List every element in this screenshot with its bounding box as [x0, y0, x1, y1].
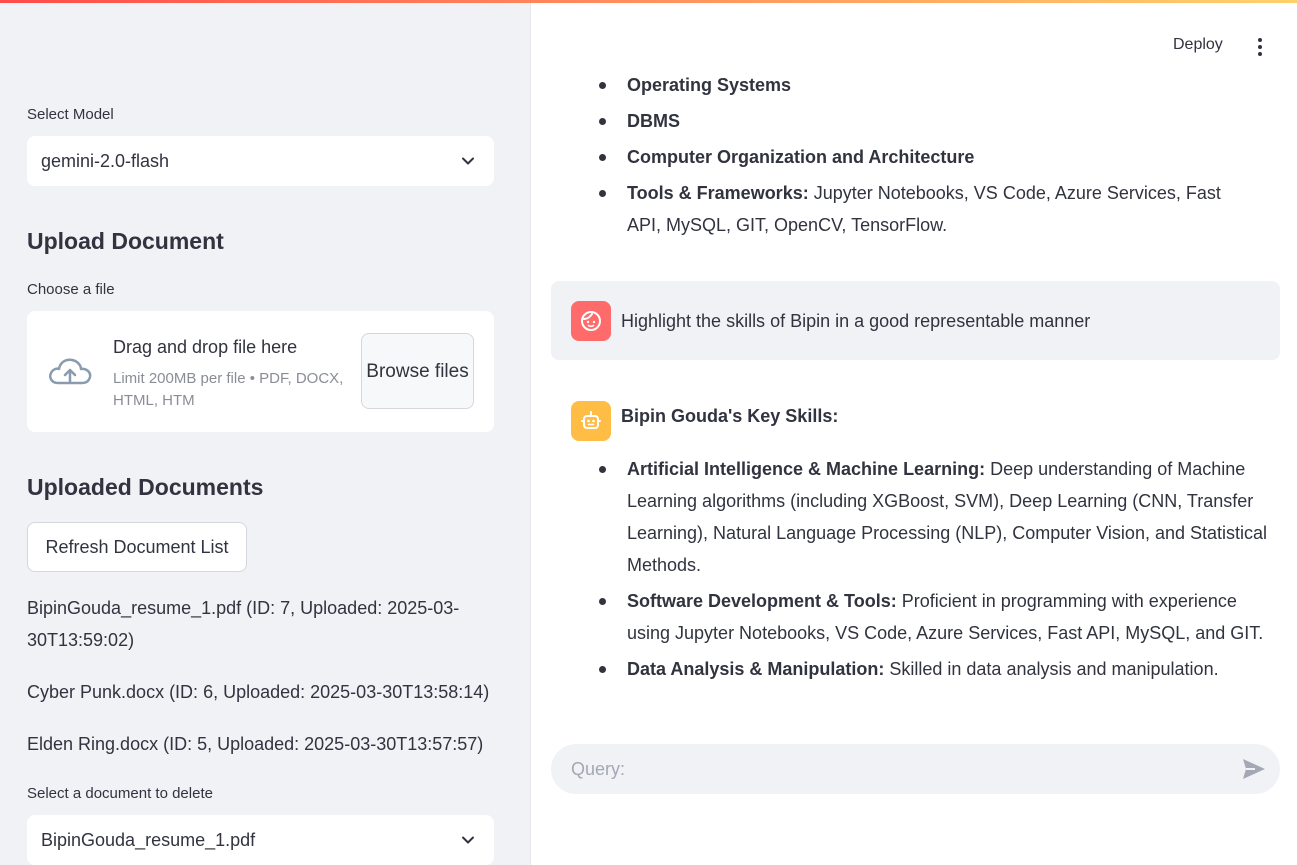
main-chat-area: Deploy Operating Systems DBMS Computer O… [531, 0, 1297, 865]
list-item: Computer Organization and Architecture [599, 141, 1237, 173]
delete-select-value: BipinGouda_resume_1.pdf [41, 829, 256, 850]
query-input[interactable] [571, 756, 1211, 782]
refresh-document-list-button[interactable]: Refresh Document List [27, 522, 247, 572]
dropzone-title: Drag and drop file here [113, 337, 298, 357]
top-accent-bar [0, 0, 1297, 3]
previous-response-list: Operating Systems DBMS Computer Organiza… [599, 69, 1237, 245]
list-item: Operating Systems [599, 69, 1237, 101]
file-label: Choose a file [27, 281, 115, 298]
list-item: Artificial Intelligence & Machine Learni… [599, 453, 1267, 581]
upload-heading: Upload Document [27, 228, 224, 254]
model-select-label: Select Model [27, 106, 114, 123]
model-select[interactable]: gemini-2.0-flash [27, 136, 494, 186]
dropzone-subtitle: Limit 200MB per file • PDF, DOCX, HTML, … [113, 370, 344, 409]
query-bar [551, 744, 1280, 794]
deploy-button[interactable]: Deploy [1173, 36, 1223, 54]
send-icon[interactable] [1241, 757, 1267, 781]
chevron-down-icon [462, 836, 474, 844]
chevron-down-icon [462, 157, 474, 165]
list-item: Tools & Frameworks: Jupyter Notebooks, V… [599, 177, 1237, 241]
kebab-menu-icon[interactable] [1253, 37, 1267, 57]
user-message: Highlight the skills of Bipin in a good … [551, 281, 1280, 360]
document-list-item: Elden Ring.docx (ID: 5, Uploaded: 2025-0… [27, 734, 484, 754]
bot-avatar-icon [571, 401, 611, 441]
user-message-text: Highlight the skills of Bipin in a good … [621, 311, 1091, 331]
browse-files-button[interactable]: Browse files [361, 333, 474, 409]
cloud-upload-icon [49, 358, 92, 385]
file-dropzone[interactable]: Drag and drop file here Limit 200MB per … [27, 311, 494, 432]
document-list-item: Cyber Punk.docx (ID: 6, Uploaded: 2025-0… [27, 682, 490, 702]
list-item: Data Analysis & Manipulation: Skilled in… [599, 653, 1267, 685]
list-item: Software Development & Tools: Proficient… [599, 585, 1267, 649]
document-list-item: BipinGouda_resume_1.pdf (ID: 7, Uploaded… [27, 598, 460, 650]
user-avatar-icon [571, 301, 611, 341]
sidebar: Select Model gemini-2.0-flash Upload Doc… [0, 0, 531, 865]
bot-response-list: Artificial Intelligence & Machine Learni… [599, 453, 1267, 689]
uploaded-documents-heading: Uploaded Documents [27, 474, 264, 500]
model-select-value: gemini-2.0-flash [41, 150, 170, 171]
delete-select-label: Select a document to delete [27, 785, 213, 802]
list-item: DBMS [599, 105, 1237, 137]
bot-response-heading: Bipin Gouda's Key Skills: [621, 406, 839, 426]
delete-document-select[interactable]: BipinGouda_resume_1.pdf [27, 815, 494, 865]
